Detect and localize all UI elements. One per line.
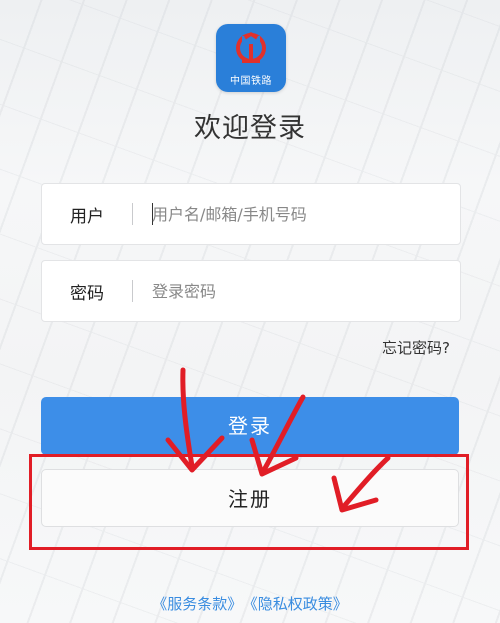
username-field[interactable]: 用户 <box>41 183 461 245</box>
page-title: 欢迎登录 <box>194 113 306 144</box>
field-divider <box>132 280 133 302</box>
username-input[interactable] <box>152 196 442 232</box>
login-button[interactable]: 登录 <box>41 397 459 455</box>
password-label: 密码 <box>70 284 104 304</box>
railway-logo-icon <box>236 32 266 63</box>
password-input[interactable] <box>152 273 442 309</box>
password-field[interactable]: 密码 <box>41 260 461 322</box>
logo-text: 中国铁路 <box>230 76 272 87</box>
login-page: 中国铁路 欢迎登录 用户 密码 忘记密码? 登录 注册 《服务条款》《隐私权政策… <box>0 0 500 623</box>
field-divider <box>132 203 133 225</box>
forgot-password-link[interactable]: 忘记密码? <box>382 337 450 358</box>
footer-links: 《服务条款》 《隐私权政策》 <box>0 593 500 614</box>
annotation-highlight-box <box>29 454 469 550</box>
app-logo: 中国铁路 <box>216 24 286 92</box>
terms-of-service-link[interactable]: 《服务条款》 <box>152 595 242 613</box>
username-label: 用户 <box>70 207 104 227</box>
privacy-policy-link[interactable]: 《隐私权政策》 <box>250 595 348 613</box>
